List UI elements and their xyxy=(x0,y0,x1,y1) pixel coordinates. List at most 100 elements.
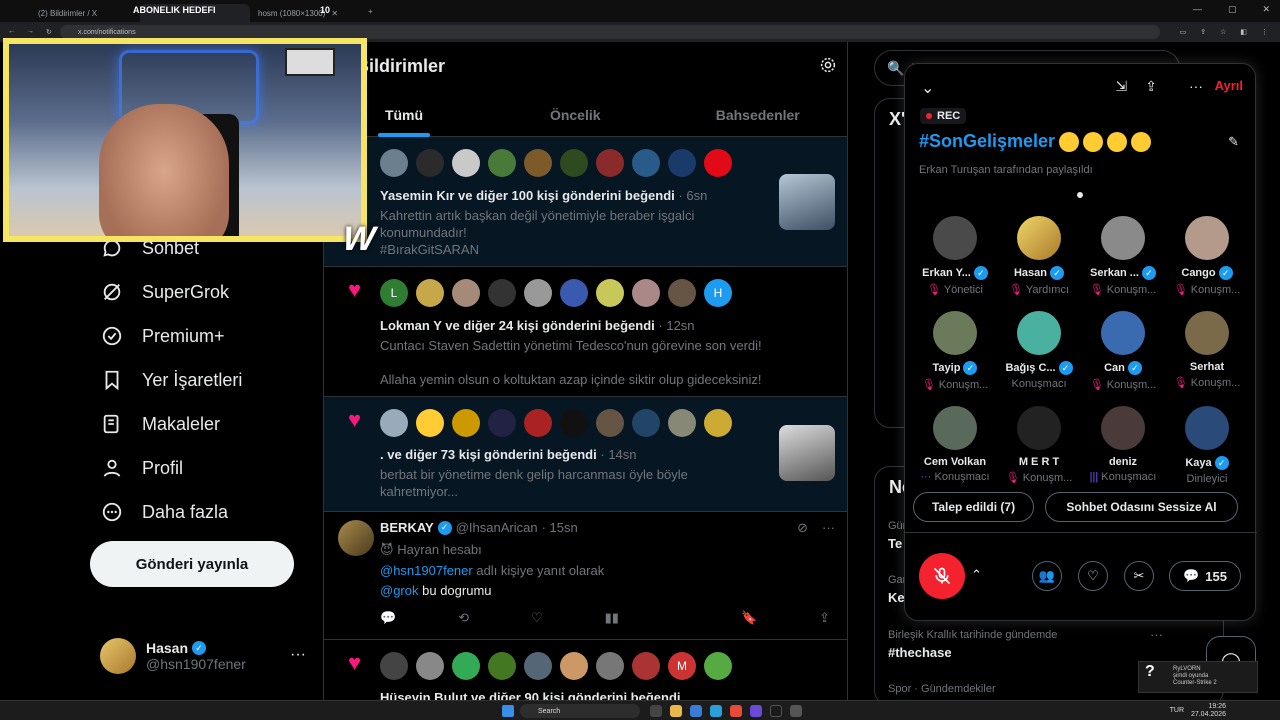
notification-item[interactable]: ♥ . ve diğer 73 kişi gönderini beğendi ·… xyxy=(324,397,847,512)
share-icon[interactable]: ⇪ xyxy=(1200,28,1206,36)
post-button[interactable]: Gönderi yayınla xyxy=(90,541,294,587)
app-icon[interactable] xyxy=(750,705,762,717)
avatar[interactable] xyxy=(560,409,588,437)
notification-item[interactable]: ♥ M Hüseyin Bulut ve diğer 90 kişi gönde… xyxy=(324,640,847,700)
avatar[interactable] xyxy=(488,652,516,680)
url-field[interactable]: x.com/notifications xyxy=(60,25,1160,39)
forward-icon[interactable]: → xyxy=(27,28,34,36)
participant[interactable]: Cem Volkan ··· Konuşmacı xyxy=(913,406,997,483)
avatar[interactable] xyxy=(524,652,552,680)
app-icon[interactable] xyxy=(690,705,702,717)
avatar[interactable] xyxy=(596,409,624,437)
participant[interactable]: deniz ||| Konuşmacı xyxy=(1081,406,1165,483)
avatar[interactable] xyxy=(632,279,660,307)
taskbar-search[interactable]: Search xyxy=(520,704,640,718)
nav-item-profile[interactable]: Profil xyxy=(100,456,183,480)
participant[interactable]: Can ✓ 🎙 Konuşm... xyxy=(1081,311,1165,391)
avatar[interactable]: L xyxy=(380,279,408,307)
app-icon[interactable] xyxy=(710,705,722,717)
bookmark-icon[interactable]: 🔖 xyxy=(741,610,757,626)
mic-off-button[interactable] xyxy=(919,553,965,599)
avatar[interactable] xyxy=(524,409,552,437)
grok-icon[interactable]: ⊘ xyxy=(797,520,808,536)
participant[interactable]: Serkan ... ✓ 🎙 Konuşm... xyxy=(1081,216,1165,296)
participant[interactable]: Erkan Y... ✓ 🎙 Yönetici xyxy=(913,216,997,296)
requests-button[interactable]: Talep edildi (7) xyxy=(913,492,1034,522)
avatar[interactable] xyxy=(632,652,660,680)
avatar[interactable] xyxy=(488,279,516,307)
avatar[interactable] xyxy=(380,409,408,437)
avatar[interactable] xyxy=(524,279,552,307)
reply-post[interactable]: BERKAY ✓ @IhsanArican · 15sn 😈 Hayran he… xyxy=(324,512,847,640)
edit-icon[interactable]: ✎ xyxy=(1228,134,1239,150)
chevron-up-icon[interactable]: ⌃ xyxy=(971,567,982,583)
participant[interactable]: M E R T 🎙 Konuşm... xyxy=(997,406,1081,484)
participant[interactable]: Bağış C... ✓ Konuşmacı xyxy=(997,311,1081,390)
new-tab-icon[interactable]: + xyxy=(368,7,373,16)
reload-icon[interactable]: ↻ xyxy=(46,28,52,36)
avatar[interactable] xyxy=(632,149,660,177)
app-icon[interactable] xyxy=(790,705,802,717)
trend-item[interactable]: Birleşik Krallık tarihinde gündemde #the… xyxy=(888,629,1057,660)
avatar[interactable] xyxy=(452,409,480,437)
avatar[interactable] xyxy=(380,149,408,177)
app-icon[interactable] xyxy=(730,705,742,717)
reply-to-link[interactable]: @hsn1907fener xyxy=(380,563,473,578)
browser-tab-3[interactable]: hosm (1080×1300) ✕ xyxy=(250,4,360,22)
avatar[interactable] xyxy=(416,279,444,307)
avatar[interactable] xyxy=(416,409,444,437)
participant[interactable]: Tayip ✓ 🎙 Konuşm... xyxy=(913,311,997,391)
notification-item[interactable]: ♥ L H Lokman Y ve diğer 24 kişi gönderin… xyxy=(324,267,847,397)
more-options-icon[interactable]: ··· xyxy=(290,646,306,664)
nav-item-articles[interactable]: Makaleler xyxy=(100,412,220,436)
avatar[interactable] xyxy=(668,279,696,307)
avatar[interactable] xyxy=(524,149,552,177)
views-icon[interactable]: ▮▮ xyxy=(605,610,619,626)
mute-space-button[interactable]: Sohbet Odasını Sessize Al xyxy=(1045,492,1238,522)
gear-icon[interactable] xyxy=(819,56,837,79)
repost-icon[interactable]: ⟲ xyxy=(458,610,469,626)
avatar[interactable]: H xyxy=(704,279,732,307)
game-notification[interactable]: ? RyLVORN şimdi oyunda Counter-Strike 2 xyxy=(1138,661,1258,693)
avatar[interactable] xyxy=(560,279,588,307)
avatar[interactable] xyxy=(596,279,624,307)
mention-link[interactable]: @grok xyxy=(380,583,419,598)
nav-item-more[interactable]: Daha fazla xyxy=(100,500,228,524)
comments-button[interactable]: 💬 155 xyxy=(1169,561,1241,591)
tab-mentions[interactable]: Bahsedenler xyxy=(667,93,848,137)
taskbar-clock[interactable]: 19:26 27.04.2026 xyxy=(1191,703,1226,719)
clip-icon[interactable]: ✂ xyxy=(1124,561,1154,591)
account-switcher[interactable]: Hasan ✓ @hsn1907fener ··· xyxy=(100,638,306,674)
trend-item[interactable]: Spor · Gündemdekiler xyxy=(888,683,996,695)
reaction-icon[interactable]: ♡ xyxy=(1078,561,1108,591)
leave-button[interactable]: Ayrıl xyxy=(1215,78,1243,93)
avatar[interactable] xyxy=(488,409,516,437)
menu-icon[interactable]: ⋮ xyxy=(1261,28,1268,36)
app-icon[interactable] xyxy=(650,705,662,717)
post-thumbnail[interactable] xyxy=(779,425,835,481)
avatar[interactable] xyxy=(668,409,696,437)
close-window-icon[interactable]: ✕ xyxy=(1262,4,1270,15)
extensions-icon[interactable]: ◧ xyxy=(1240,28,1247,36)
avatar[interactable] xyxy=(452,279,480,307)
avatar[interactable] xyxy=(452,149,480,177)
avatar[interactable] xyxy=(452,652,480,680)
avatar[interactable] xyxy=(632,409,660,437)
notification-item[interactable]: ♥ Yasemin Kır ve diğer 100 kişi gönderin… xyxy=(324,137,847,267)
avatar[interactable] xyxy=(704,409,732,437)
maximize-icon[interactable]: ▢ xyxy=(1228,4,1237,15)
avatar[interactable] xyxy=(596,652,624,680)
close-icon[interactable]: ✕ xyxy=(331,9,338,18)
avatar[interactable] xyxy=(596,149,624,177)
people-icon[interactable]: 👥 xyxy=(1032,561,1062,591)
participant[interactable]: Hasan ✓ 🎙 Yardımcı xyxy=(997,216,1081,296)
share-icon[interactable]: ⇪ xyxy=(819,610,830,626)
participant[interactable]: Kaya ✓ Dinleyici xyxy=(1165,406,1249,485)
avatar[interactable] xyxy=(704,652,732,680)
nav-item-premium[interactable]: Premium+ xyxy=(100,324,225,348)
author-name[interactable]: BERKAY xyxy=(380,520,434,535)
minimize-icon[interactable]: ⇲ xyxy=(1116,78,1128,95)
nav-item-bookmarks[interactable]: Yer İşaretleri xyxy=(100,368,242,392)
browser-tab-1[interactable]: (2) Bildirimler / X xyxy=(30,4,140,22)
avatar[interactable]: M xyxy=(668,652,696,680)
